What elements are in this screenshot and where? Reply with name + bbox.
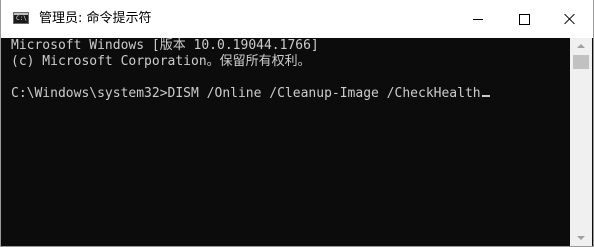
vertical-scrollbar[interactable] (570, 38, 592, 246)
command-prompt-window: C:\ 管理员: 命令提示符 Microsoft Windows [版本 10.… (0, 0, 594, 247)
title-bar[interactable]: C:\ 管理员: 命令提示符 (1, 0, 593, 38)
scroll-down-button[interactable] (570, 230, 592, 246)
close-button[interactable] (547, 0, 593, 38)
console-line-copyright: (c) Microsoft Corporation。保留所有权利。 (11, 54, 311, 69)
scroll-thumb[interactable] (573, 55, 589, 69)
text-cursor (481, 95, 490, 97)
command-text: C:\Windows\system32>DISM /Online /Cleanu… (11, 86, 481, 101)
cmd-icon[interactable]: C:\ (13, 12, 29, 24)
scroll-up-button[interactable] (570, 38, 592, 54)
console-output[interactable]: Microsoft Windows [版本 10.0.19044.1766] (… (1, 38, 571, 246)
maximize-button[interactable] (501, 0, 547, 38)
window-title: 管理员: 命令提示符 (39, 11, 152, 26)
minimize-icon (473, 18, 483, 20)
close-icon (564, 13, 576, 25)
console-line-version: Microsoft Windows [版本 10.0.19044.1766] (11, 38, 319, 53)
cmd-icon-glyph: C:\ (16, 15, 27, 22)
minimize-button[interactable] (455, 0, 501, 38)
arrow-up-icon (577, 44, 585, 48)
arrow-down-icon (577, 236, 585, 240)
maximize-icon (518, 13, 530, 25)
console-line-command[interactable]: C:\Windows\system32>DISM /Online /Cleanu… (11, 86, 571, 102)
